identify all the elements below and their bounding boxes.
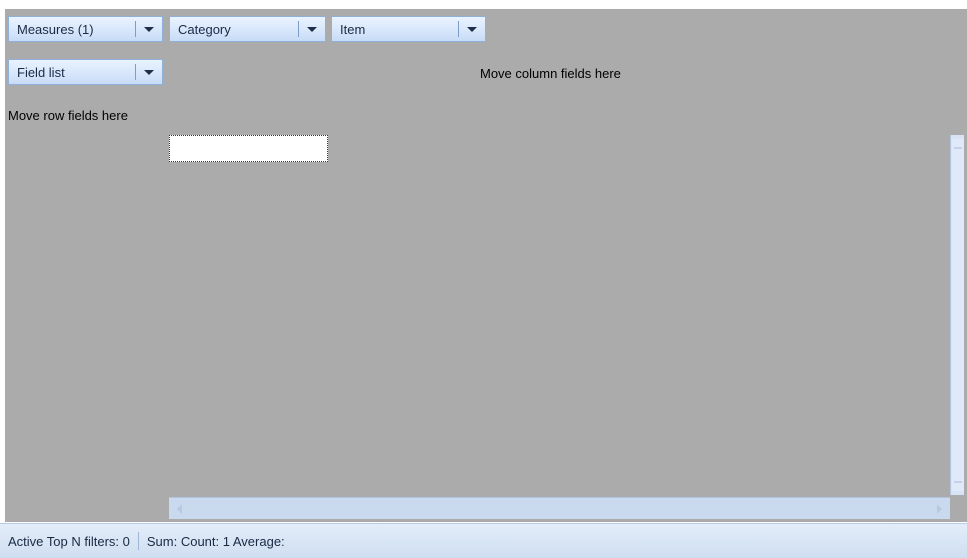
scroll-left-icon[interactable] (177, 504, 182, 514)
pivot-grid: Measures (1) Category Item Field list Mo… (0, 0, 967, 558)
chevron-down-icon[interactable] (299, 17, 325, 41)
top-n-filters-status: Active Top N filters: 0 (8, 533, 130, 549)
chevron-down-icon[interactable] (136, 17, 162, 41)
measures-field-button[interactable]: Measures (1) (8, 16, 163, 42)
horizontal-scrollbar[interactable] (169, 497, 950, 519)
selected-data-cell[interactable] (169, 135, 328, 162)
summary-stats-status: Sum: Count: 1 Average: (146, 533, 285, 549)
item-field-button[interactable]: Item (331, 16, 486, 42)
scroll-down-icon[interactable] (954, 481, 962, 483)
pivot-grid-area (5, 9, 967, 522)
vertical-scrollbar[interactable] (950, 135, 964, 495)
field-list-label: Field list (17, 64, 65, 80)
status-bar: Active Top N filters: 0 Sum: Count: 1 Av… (0, 523, 967, 558)
scroll-up-icon[interactable] (954, 147, 962, 149)
column-fields-drop-zone[interactable]: Move column fields here (480, 66, 621, 81)
vertical-scrollbar-thumb[interactable] (952, 139, 964, 491)
item-field-label: Item (340, 21, 366, 37)
measures-field-label: Measures (1) (17, 21, 94, 37)
field-list-button[interactable]: Field list (8, 59, 163, 85)
category-field-label: Category (178, 21, 231, 37)
scroll-right-icon[interactable] (937, 504, 942, 514)
chevron-down-icon[interactable] (136, 60, 162, 84)
row-fields-drop-zone[interactable]: Move row fields here (8, 108, 128, 123)
category-field-button[interactable]: Category (169, 16, 326, 42)
chevron-down-icon[interactable] (459, 17, 485, 41)
